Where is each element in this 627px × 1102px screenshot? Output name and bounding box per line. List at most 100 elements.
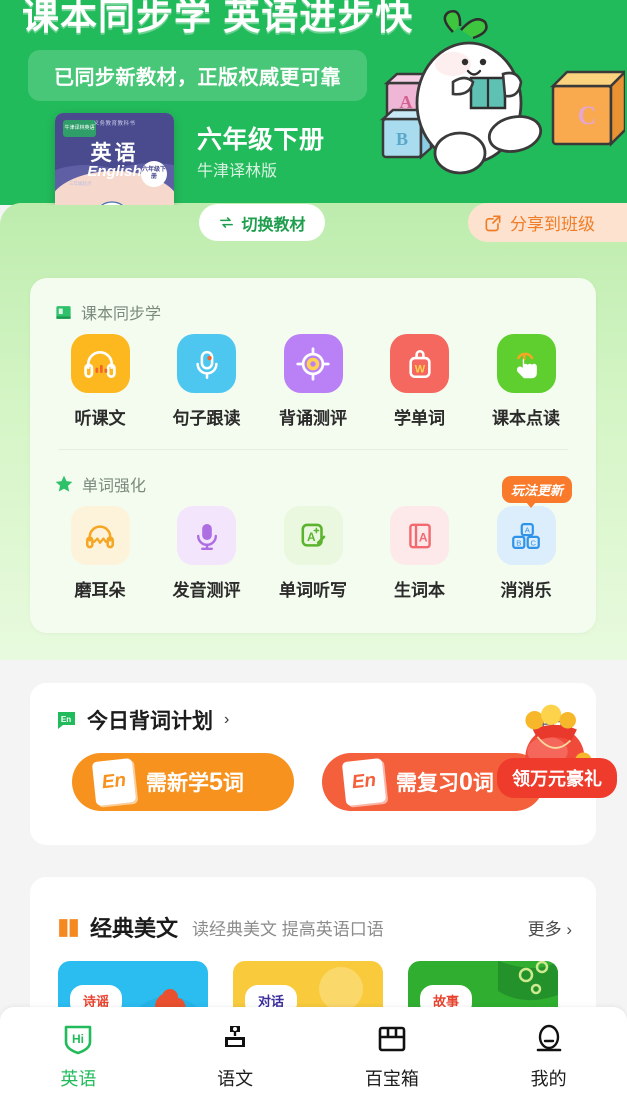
en-card-icon: En <box>91 758 137 806</box>
new-gameplay-badge: 玩法更新 <box>502 476 573 508</box>
en-card-icon: En <box>341 758 387 806</box>
hero-title: 课本同步学 英语进步快 <box>22 0 414 37</box>
en-chat-icon: En <box>57 712 75 729</box>
tab-mine[interactable]: 我的 <box>470 1007 627 1102</box>
feature-point-read[interactable]: 课本点读 <box>484 334 568 429</box>
svg-text:C: C <box>530 538 536 547</box>
classic-essays-title: 经典美文 <box>90 916 179 941</box>
cover-illustration <box>55 199 174 205</box>
gift-promo-pill[interactable]: 领万元豪礼 <box>497 758 617 798</box>
feature-match-game[interactable]: 玩法更新 A B C 消消乐 <box>484 476 573 601</box>
app-root: 课本同步学 英语进步快 已同步新教材，正版权威更可靠 A B C 牛津译林英语 … <box>0 0 627 1102</box>
orange-book-icon <box>59 918 78 937</box>
tab-label: 语文 <box>217 1069 254 1089</box>
feature-tile <box>177 506 236 565</box>
switch-textbook-button[interactable]: 切换教材 <box>199 204 325 241</box>
swap-arrows-icon <box>220 217 234 228</box>
classic-essays-more-link[interactable]: 更多 › <box>528 915 572 940</box>
grade-title: 六年级下册 <box>197 126 325 154</box>
review-words-count: 0 <box>459 768 473 796</box>
svg-text:A: A <box>400 92 413 112</box>
switch-textbook-label: 切换教材 <box>241 216 306 234</box>
headphones-icon <box>84 350 116 378</box>
cover-tiny-note: 三年级起点 <box>69 181 92 186</box>
feature-tile: A <box>390 506 449 565</box>
feature-sentence-follow[interactable]: 句子跟读 <box>165 334 249 429</box>
feature-label: 消消乐 <box>500 581 552 600</box>
feature-label: 单词听写 <box>279 581 347 600</box>
svg-text:A: A <box>418 530 427 544</box>
icon-row-vocab: 磨耳朵 发音测评 A 单词听写 A 生词本 玩法更新 A B C 消消乐 <box>30 476 596 601</box>
feature-label: 课本点读 <box>492 409 560 428</box>
feature-listen-text[interactable]: 听课文 <box>58 334 142 429</box>
svg-text:A: A <box>525 525 531 534</box>
feature-tile: A <box>283 506 343 565</box>
edition-label: 牛津译林版 <box>197 163 278 180</box>
svg-text:En: En <box>61 715 71 724</box>
more-label: 更多 <box>527 920 562 939</box>
microphone-icon <box>196 523 217 550</box>
tab-english[interactable]: Hi 英语 <box>0 1007 157 1102</box>
feature-wordbook[interactable]: A 生词本 <box>378 506 462 601</box>
feature-label: 句子跟读 <box>172 409 241 428</box>
svg-text:A: A <box>307 530 316 544</box>
word-bag-icon: W <box>408 349 431 378</box>
tab-label: 英语 <box>60 1069 97 1089</box>
feature-tile <box>177 334 236 393</box>
mascot-illustration: A B C <box>379 10 625 175</box>
new-words-button[interactable]: En 需新学5词 <box>72 753 294 811</box>
desk-lamp-icon <box>225 1026 246 1047</box>
feature-tile <box>283 334 343 393</box>
a-notebook-icon: A <box>408 523 431 548</box>
new-words-count: 5 <box>209 768 223 796</box>
bottom-tab-bar: Hi 英语 语文 百宝箱 我的 <box>0 1007 627 1102</box>
svg-text:B: B <box>516 538 521 547</box>
feature-tile <box>70 334 130 393</box>
headphones-wave-icon <box>85 524 115 548</box>
cover-grade-circle: 六年级下册 <box>141 161 167 187</box>
target-icon <box>296 346 330 381</box>
section-header-sync: 课本同步学 <box>30 278 596 324</box>
tap-hand-icon <box>516 352 537 378</box>
section-label-vocab: 单词强化 <box>82 478 147 495</box>
person-icon <box>536 1024 561 1052</box>
feature-learn-words[interactable]: W 学单词 <box>378 334 462 429</box>
green-book-icon <box>56 305 71 319</box>
abc-blocks-icon: A B C <box>512 522 540 549</box>
feature-label: 听课文 <box>74 409 126 428</box>
cover-publisher: 义务教育教科书 <box>93 121 136 127</box>
word-plan-title: 今日背词计划 <box>87 710 213 733</box>
feature-dictation[interactable]: A 单词听写 <box>271 506 355 601</box>
tab-chinese[interactable]: 语文 <box>157 1007 314 1102</box>
svg-text:B: B <box>396 129 408 149</box>
svg-text:W: W <box>414 363 425 375</box>
share-circle-icon <box>485 215 501 231</box>
feature-pronunciation-test[interactable]: 发音测评 <box>165 506 249 601</box>
feature-recite-test[interactable]: 背诵测评 <box>271 334 355 429</box>
feature-tile: A B C <box>496 506 556 565</box>
green-star-icon <box>55 475 73 492</box>
feature-ear-training[interactable]: 磨耳朵 <box>58 506 142 601</box>
share-to-class-button[interactable]: 分享到班级 <box>468 203 627 242</box>
a-plus-paper-icon: A <box>301 523 326 547</box>
classic-essays-subtitle: 读经典美文 提高英语口语 <box>192 919 384 939</box>
tab-label: 我的 <box>530 1069 567 1089</box>
feature-label: 学单词 <box>394 409 445 428</box>
review-words-prefix: 需复习 <box>396 772 459 795</box>
review-words-suffix: 词 <box>472 772 494 795</box>
section-label-sync: 课本同步学 <box>81 306 162 323</box>
chevron-right-icon: › <box>224 711 230 728</box>
svg-text:Hi: Hi <box>72 1032 84 1046</box>
tab-toolbox[interactable]: 百宝箱 <box>314 1007 471 1102</box>
new-words-prefix: 需新学 <box>146 772 209 795</box>
hi-shield-icon: Hi <box>65 1025 92 1055</box>
textbook-cover[interactable]: 牛津译林英语 义务教育教科书 英语 English 三年级起点 六年级下册 <box>55 113 174 205</box>
hero-subtitle: 已同步新教材，正版权威更可靠 <box>28 50 367 101</box>
function-card: 课本同步学 听课文 句子跟读 背诵测评 W 学单词 课本点读 单词强化 磨耳朵 … <box>30 278 596 633</box>
svg-text:C: C <box>578 101 597 130</box>
chevron-right-icon: › <box>566 920 572 939</box>
new-words-text: 需新学5词 <box>146 767 244 797</box>
share-to-class-label: 分享到班级 <box>510 215 595 234</box>
toolbox-icon <box>378 1026 406 1052</box>
feature-label: 生词本 <box>394 581 445 600</box>
